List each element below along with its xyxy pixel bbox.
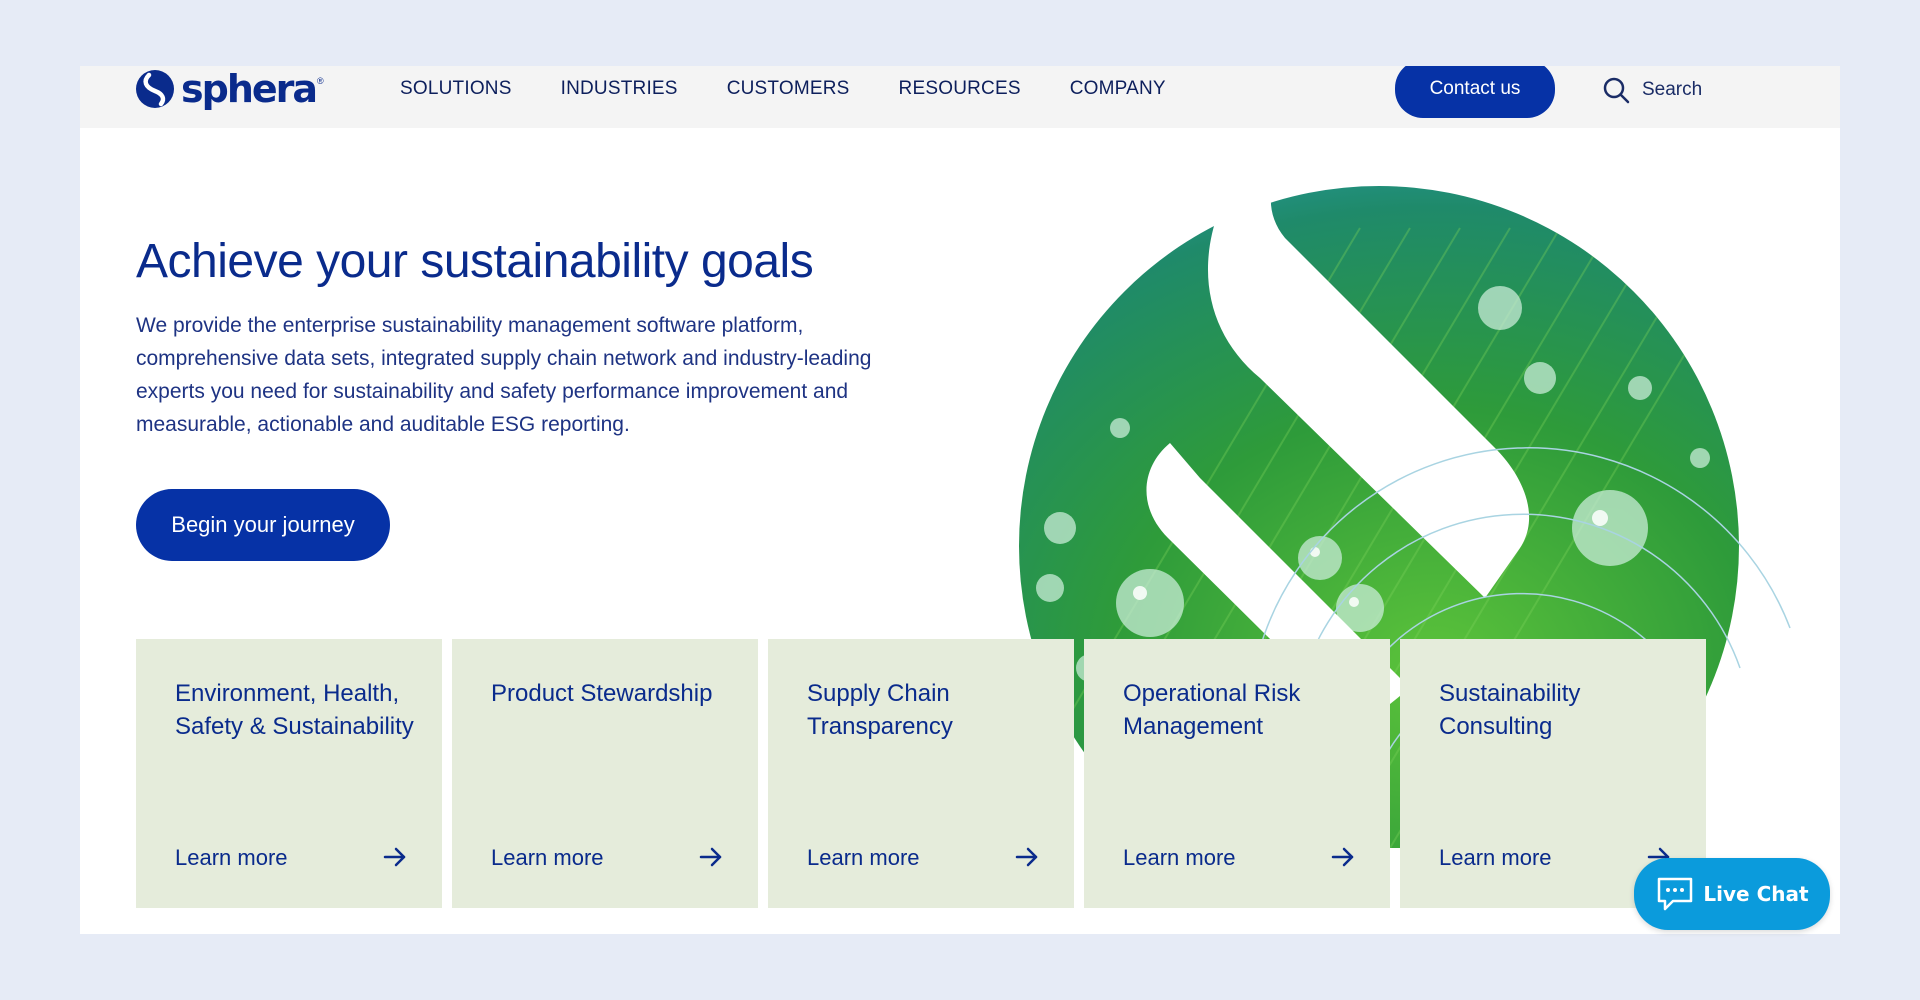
arrow-right-icon[interactable] xyxy=(1330,844,1356,870)
search-button[interactable]: Search xyxy=(1602,74,1702,106)
arrow-right-icon[interactable] xyxy=(382,844,408,870)
nav-industries[interactable]: INDUSTRIES xyxy=(561,78,678,100)
learn-more-link[interactable]: Learn more xyxy=(807,845,920,871)
page: sphera ® SOLUTIONS INDUSTRIES CUSTOMERS … xyxy=(80,66,1840,934)
nav-company[interactable]: COMPANY xyxy=(1070,78,1166,100)
learn-more-link[interactable]: Learn more xyxy=(175,845,288,871)
card-operational-risk[interactable]: Operational Risk Management Learn more xyxy=(1084,639,1390,908)
learn-more-link[interactable]: Learn more xyxy=(491,845,604,871)
live-chat-label: Live Chat xyxy=(1703,882,1809,906)
arrow-right-icon[interactable] xyxy=(698,844,724,870)
contact-us-button[interactable]: Contact us xyxy=(1395,66,1555,118)
card-title: Sustainability Consulting xyxy=(1439,680,1581,740)
solution-cards: Environment, Health, Safety & Sustainabi… xyxy=(136,639,1706,908)
sphera-logo[interactable]: sphera ® xyxy=(135,66,324,112)
search-icon xyxy=(1603,77,1630,104)
card-title: Operational Risk Management xyxy=(1123,680,1301,740)
card-product-stewardship[interactable]: Product Stewardship Learn more xyxy=(452,639,758,908)
nav-resources[interactable]: RESOURCES xyxy=(899,78,1021,100)
card-title: Environment, Health, Safety & Sustainabi… xyxy=(175,680,414,740)
logo-text: sphera xyxy=(181,67,318,111)
hero-description: We provide the enterprise sustainability… xyxy=(136,314,872,436)
learn-more-link[interactable]: Learn more xyxy=(1439,845,1552,871)
card-ehs[interactable]: Environment, Health, Safety & Sustainabi… xyxy=(136,639,442,908)
sphera-s-logo-icon xyxy=(136,70,174,108)
logo-trademark: ® xyxy=(317,76,324,86)
learn-more-link[interactable]: Learn more xyxy=(1123,845,1236,871)
chat-bubble-icon xyxy=(1658,877,1693,911)
hero-title: Achieve your sustainability goals xyxy=(136,235,814,288)
begin-journey-button[interactable]: Begin your journey xyxy=(136,489,390,561)
arrow-right-icon[interactable] xyxy=(1014,844,1040,870)
card-supply-chain[interactable]: Supply Chain Transparency Learn more xyxy=(768,639,1074,908)
card-title: Product Stewardship xyxy=(491,680,713,707)
live-chat-button[interactable]: Live Chat xyxy=(1634,858,1830,930)
nav-customers[interactable]: CUSTOMERS xyxy=(727,78,850,100)
main-nav: SOLUTIONS INDUSTRIES CUSTOMERS RESOURCES… xyxy=(400,66,1215,112)
card-title: Supply Chain Transparency xyxy=(807,680,953,740)
nav-solutions[interactable]: SOLUTIONS xyxy=(400,78,512,100)
site-header: sphera ® SOLUTIONS INDUSTRIES CUSTOMERS … xyxy=(80,66,1840,128)
search-label: Search xyxy=(1642,79,1703,100)
